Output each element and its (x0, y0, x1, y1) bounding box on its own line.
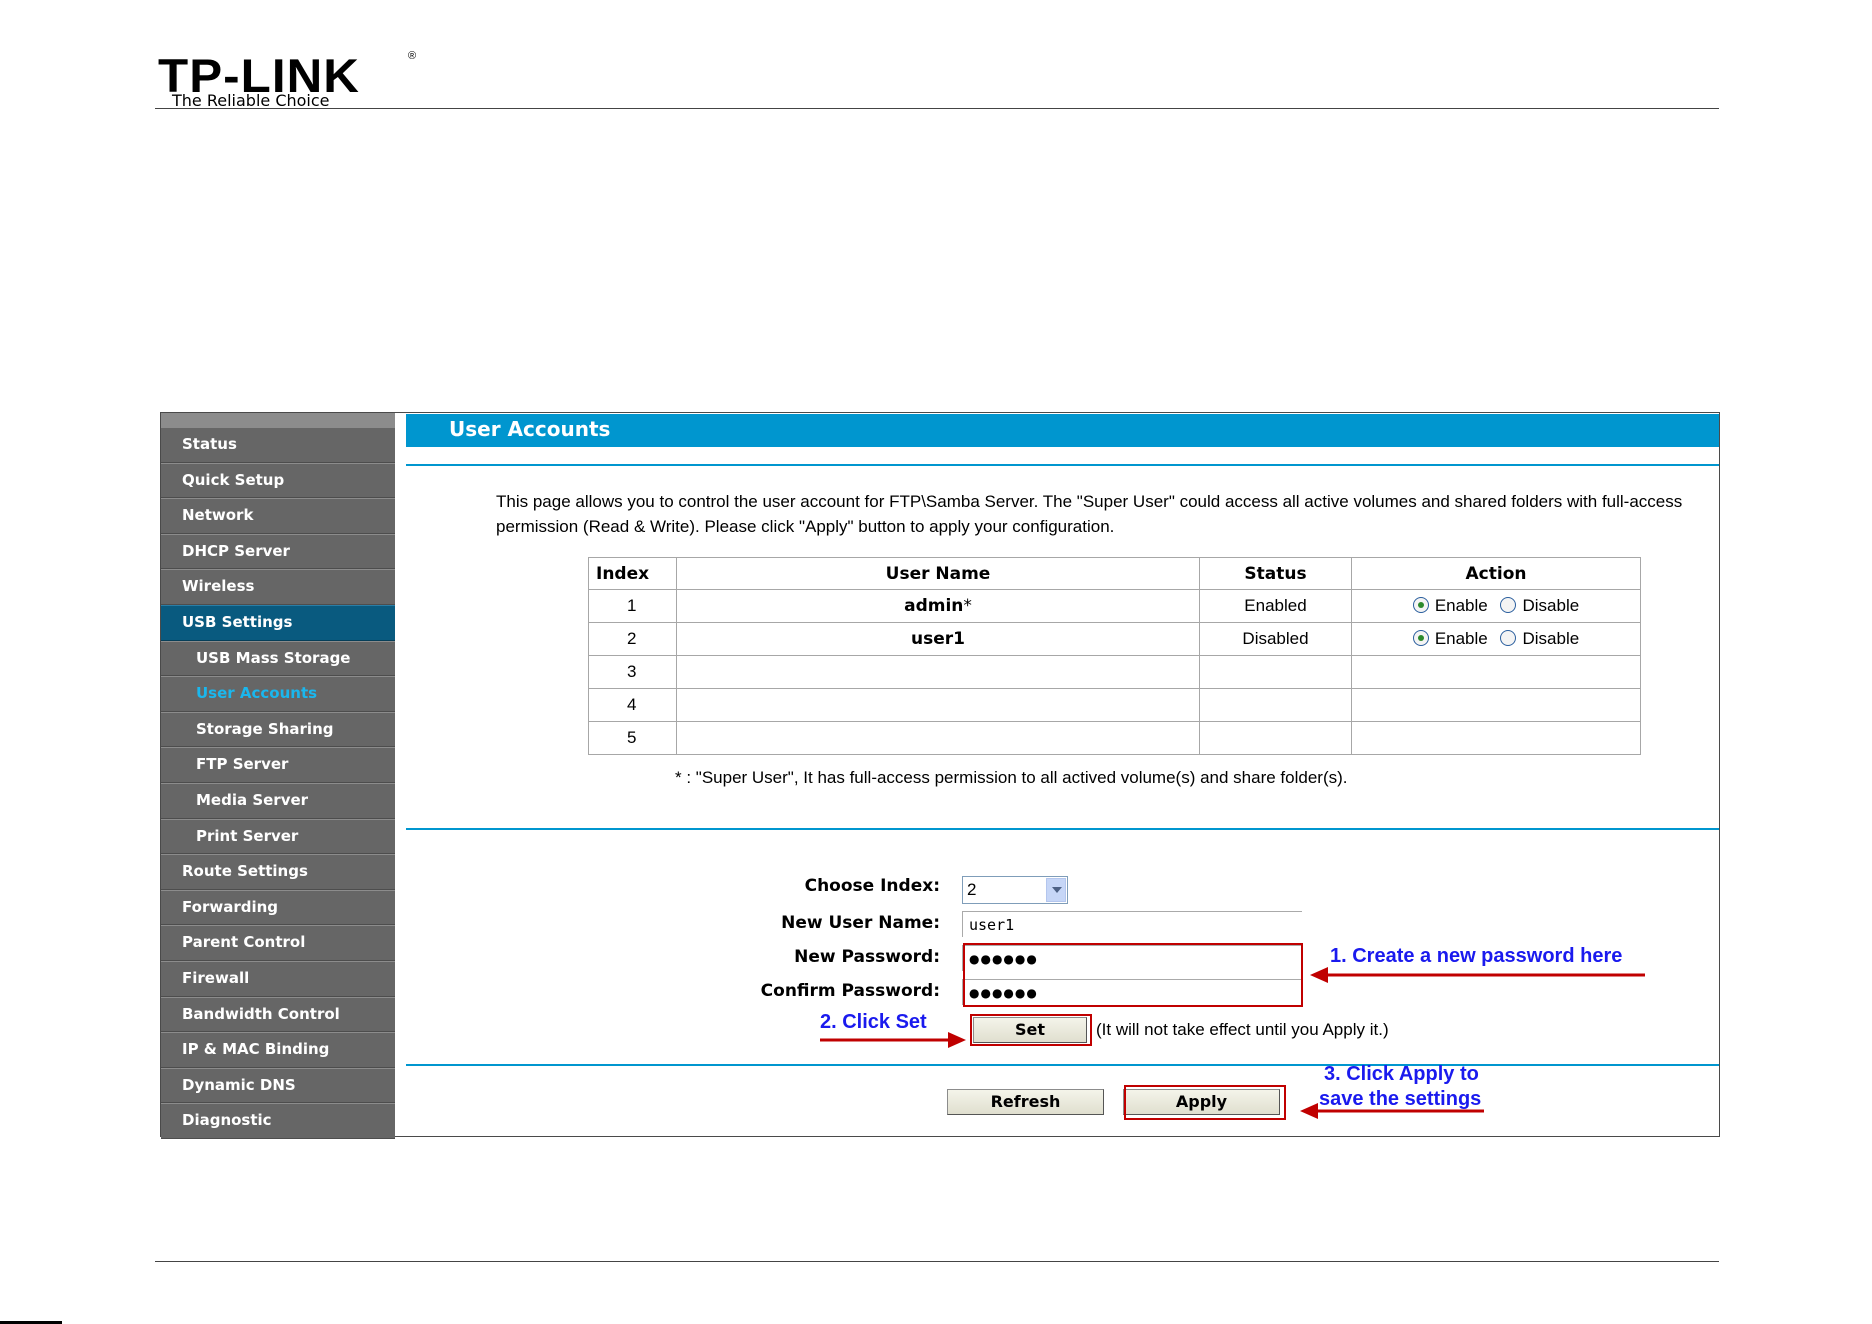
table-row: 2 user1 Disabled Enable Disable (588, 622, 1641, 656)
row-status (1199, 688, 1352, 722)
sidebar-item-usb-mass-storage[interactable]: USB Mass Storage (161, 640, 395, 677)
registered-mark: ® (408, 50, 417, 62)
arrow-left-icon (1300, 1103, 1484, 1119)
row-action: Enable Disable (1351, 589, 1641, 623)
disable-radio[interactable] (1500, 630, 1517, 646)
table-row: 4 (588, 688, 1641, 722)
row-user-name: user1 (676, 622, 1200, 656)
disable-radio[interactable] (1500, 597, 1517, 613)
sidebar-item-print-server[interactable]: Print Server (161, 818, 395, 855)
sidebar-item-quick-setup[interactable]: Quick Setup (161, 462, 395, 499)
row-index: 2 (588, 622, 677, 656)
page-title: User Accounts (406, 414, 1719, 447)
sidebar-item-storage-sharing[interactable]: Storage Sharing (161, 711, 395, 748)
table-header-row: Index User Name Status Action (588, 557, 1641, 590)
title-divider (406, 464, 1719, 466)
sidebar-item-route-settings[interactable]: Route Settings (161, 854, 395, 890)
sidebar: Status Quick Setup Network DHCP Server Wirel… (161, 413, 395, 1139)
row-index: 1 (588, 589, 677, 623)
row-status (1199, 721, 1352, 755)
footer-divider (155, 1261, 1719, 1262)
column-header-status: Status (1199, 557, 1352, 590)
header-divider (155, 108, 1719, 109)
row-status: Disabled (1199, 622, 1352, 656)
row-index: 3 (588, 655, 677, 689)
new-user-name-label: New User Name: (781, 913, 940, 933)
sidebar-item-parent-control[interactable]: Parent Control (161, 925, 395, 961)
row-user-name (676, 655, 1200, 689)
page-description: This page allows you to control the user… (496, 492, 1683, 536)
annotation-step-3-line-1: 3. Click Apply to (1324, 1063, 1479, 1085)
set-note: (It will not take effect until you Apply… (1096, 1020, 1389, 1039)
row-action: Enable Disable (1351, 622, 1641, 656)
row-action (1351, 655, 1641, 689)
sidebar-item-dhcp-server[interactable]: DHCP Server (161, 533, 395, 570)
table-row: 1 admin* Enabled Enable Disable (588, 589, 1641, 623)
enable-radio[interactable] (1412, 630, 1429, 646)
super-user-note: * : "Super User", It has full-access per… (675, 768, 1348, 787)
column-header-action: Action (1351, 557, 1641, 590)
choose-index-select[interactable]: 2 (962, 876, 1068, 904)
row-status: Enabled (1199, 589, 1352, 623)
sidebar-item-wireless[interactable]: Wireless (161, 569, 395, 605)
sidebar-item-ftp-server[interactable]: FTP Server (161, 747, 395, 783)
annotation-step-1: 1. Create a new password here (1330, 945, 1623, 967)
apply-highlight-box (1124, 1085, 1286, 1120)
enable-label: Enable (1434, 629, 1488, 648)
confirm-password-label: Confirm Password: (760, 981, 940, 1001)
row-user-name: admin* (676, 589, 1200, 623)
row-index: 4 (588, 688, 677, 722)
tp-link-logo: TP-LINK ® The Reliable Choice (158, 50, 418, 112)
column-header-user-name: User Name (676, 557, 1200, 590)
set-highlight-box (970, 1014, 1092, 1046)
arrow-left-icon (1310, 967, 1645, 983)
sidebar-menu: Status Quick Setup Network DHCP Server Wirel… (161, 427, 395, 1139)
sidebar-item-dynamic-dns[interactable]: Dynamic DNS (161, 1067, 395, 1104)
disable-label: Disable (1522, 629, 1580, 648)
router-window: Status Quick Setup Network DHCP Server Wirel… (160, 412, 1720, 1139)
super-user-mark: * (963, 596, 972, 616)
sidebar-item-diagnostic[interactable]: Diagnostic (161, 1103, 395, 1139)
row-index: 5 (588, 721, 677, 755)
arrow-right-icon (820, 1032, 966, 1048)
row-action (1351, 721, 1641, 755)
password-highlight-box (963, 943, 1303, 1007)
choose-index-label: Choose Index: (804, 876, 940, 896)
sidebar-item-network[interactable]: Network (161, 498, 395, 534)
sidebar-item-user-accounts[interactable]: User Accounts (161, 676, 395, 712)
sidebar-top-bar (161, 413, 395, 427)
row-status (1199, 655, 1352, 689)
refresh-button[interactable]: Refresh (947, 1089, 1104, 1115)
disable-label: Disable (1522, 596, 1580, 615)
user-accounts-table: Index User Name Status Action 1 admin* E… (588, 557, 1641, 755)
sidebar-item-forwarding[interactable]: Forwarding (161, 889, 395, 926)
table-row: 3 (588, 655, 1641, 689)
new-password-label: New Password: (794, 947, 940, 967)
section-divider (406, 828, 1719, 830)
table-row: 5 (588, 721, 1641, 755)
column-header-index: Index (588, 557, 677, 590)
row-user-name (676, 688, 1200, 722)
enable-label: Enable (1434, 596, 1488, 615)
chevron-down-icon[interactable] (1046, 878, 1066, 902)
enable-radio[interactable] (1412, 597, 1429, 613)
sidebar-item-media-server[interactable]: Media Server (161, 782, 395, 819)
user-name-text: admin (904, 596, 964, 616)
sidebar-item-firewall[interactable]: Firewall (161, 960, 395, 997)
sidebar-item-status[interactable]: Status (161, 427, 395, 463)
sidebar-item-usb-settings[interactable]: USB Settings (161, 604, 395, 641)
new-user-name-input[interactable]: user1 (962, 911, 1302, 937)
button-divider (406, 1064, 1719, 1066)
sidebar-item-bandwidth-control[interactable]: Bandwidth Control (161, 996, 395, 1033)
sidebar-item-ip-mac-binding[interactable]: IP & MAC Binding (161, 1032, 395, 1068)
row-action (1351, 688, 1641, 722)
row-user-name (676, 721, 1200, 755)
choose-index-value: 2 (967, 880, 977, 899)
